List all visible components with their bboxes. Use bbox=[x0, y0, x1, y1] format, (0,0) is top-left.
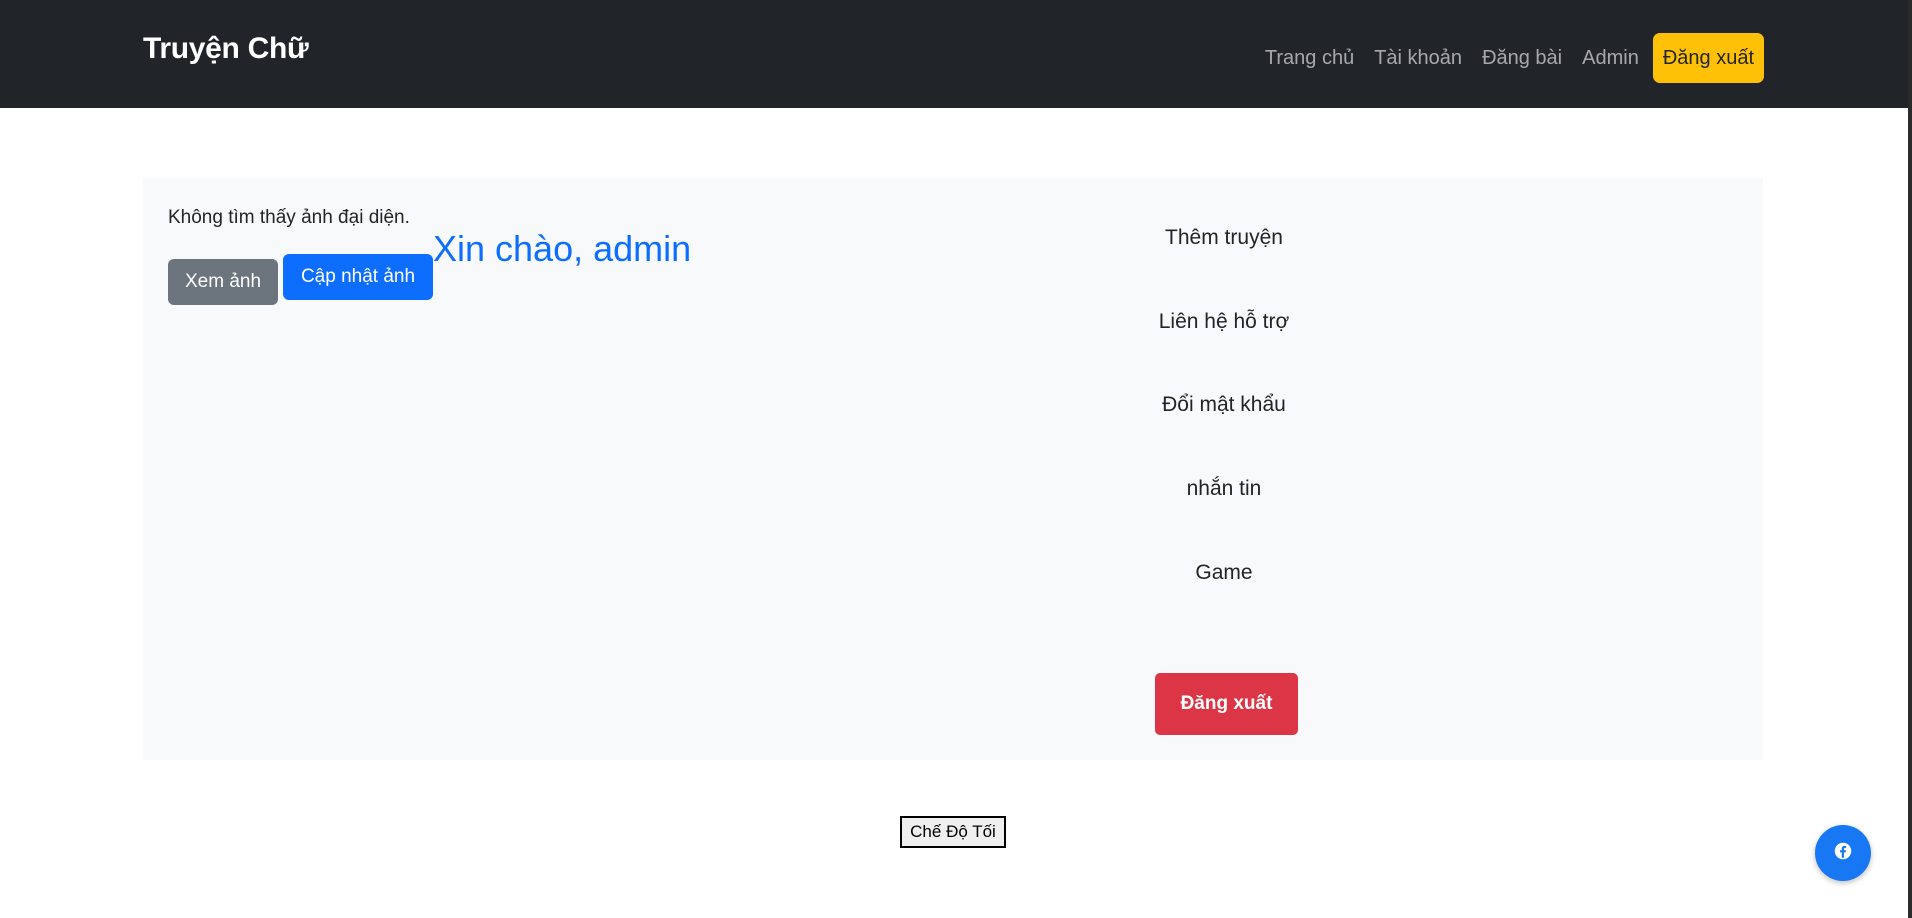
profile-panel: Không tìm thấy ảnh đại diện. Xem ảnh Cập… bbox=[143, 178, 1763, 760]
view-photo-button[interactable]: Xem ảnh bbox=[168, 259, 278, 305]
nav-link-home[interactable]: Trang chủ bbox=[1255, 47, 1364, 70]
window-edge bbox=[1908, 0, 1912, 918]
brand-logo[interactable]: Truyện Chữ bbox=[143, 32, 309, 66]
menu-item-change-password[interactable]: Đổi mật khẩu bbox=[1154, 393, 1294, 417]
nav-links: Trang chủ Tài khoản Đăng bài Admin Đăng … bbox=[1255, 33, 1764, 83]
facebook-icon bbox=[1834, 842, 1852, 865]
logout-button[interactable]: Đăng xuất bbox=[1155, 673, 1298, 735]
menu-item-add-story[interactable]: Thêm truyện bbox=[1154, 226, 1294, 250]
dark-mode-button[interactable]: Chế Độ Tối bbox=[900, 816, 1006, 848]
page: Truyện Chữ Trang chủ Tài khoản Đăng bài … bbox=[0, 0, 1912, 918]
menu-item-contact-support[interactable]: Liên hệ hỗ trợ bbox=[1154, 310, 1294, 334]
nav-link-admin[interactable]: Admin bbox=[1572, 47, 1649, 70]
menu-item-messages[interactable]: nhắn tin bbox=[1154, 477, 1294, 501]
menu-item-game[interactable]: Game bbox=[1154, 561, 1294, 585]
facebook-button[interactable] bbox=[1815, 825, 1871, 881]
nav-link-post[interactable]: Đăng bài bbox=[1472, 47, 1572, 70]
greeting-heading: Xin chào, admin bbox=[433, 228, 692, 269]
navbar: Truyện Chữ Trang chủ Tài khoản Đăng bài … bbox=[0, 0, 1908, 108]
update-photo-button[interactable]: Cập nhật ảnh bbox=[283, 254, 433, 300]
nav-logout-button[interactable]: Đăng xuất bbox=[1652, 33, 1764, 83]
no-avatar-message: Không tìm thấy ảnh đại diện. bbox=[168, 207, 410, 228]
nav-link-account[interactable]: Tài khoản bbox=[1364, 47, 1472, 70]
